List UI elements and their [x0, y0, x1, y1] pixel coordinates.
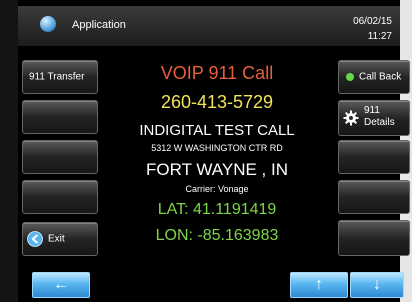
transfer-button-label: 911 Transfer	[29, 71, 85, 83]
details-button[interactable]: 911 Details	[338, 100, 410, 136]
callback-number: 260-413-5729	[160, 92, 274, 112]
gear-icon	[343, 110, 359, 126]
longitude: LON: -85.163983	[155, 227, 279, 244]
app-title: Application	[72, 19, 126, 31]
scroll-down-button[interactable]: ↓	[350, 272, 404, 298]
back-button[interactable]: ←	[32, 272, 90, 298]
carrier: Carrier: Vonage	[185, 184, 249, 194]
left-bezel	[0, 0, 18, 302]
time: 11:27	[367, 31, 392, 42]
date: 06/02/15	[353, 16, 392, 27]
left-arrow-icon: ←	[53, 276, 69, 293]
globe-icon	[40, 16, 56, 32]
call-back-label: Call Back	[359, 71, 402, 83]
details-label-line1: 911	[364, 105, 380, 116]
left-blank-button-3[interactable]	[22, 140, 98, 174]
down-arrow-icon: ↓	[373, 276, 381, 293]
right-blank-button-4[interactable]	[338, 180, 410, 214]
back-circle-icon	[27, 231, 43, 247]
left-blank-button-4[interactable]	[22, 180, 98, 214]
exit-button[interactable]: Exit	[22, 222, 98, 256]
title-bar: Application 06/02/15 11:27	[18, 6, 400, 46]
details-label-line2: Details	[364, 117, 395, 128]
latitude: LAT: 41.1191419	[157, 201, 277, 218]
call-back-button[interactable]: Call Back	[338, 60, 410, 94]
call-title: VOIP 911 Call	[160, 63, 274, 83]
scroll-up-button[interactable]: ↑	[290, 272, 348, 298]
date-time: 06/02/15 11:27	[353, 14, 392, 44]
caller-name: INDIGITAL TEST CALL	[139, 122, 295, 139]
right-blank-button-5[interactable]	[338, 220, 410, 256]
up-arrow-icon: ↑	[315, 276, 323, 293]
transfer-button[interactable]: 911 Transfer	[22, 60, 98, 94]
caller-city-state: FORT WAYNE , IN	[146, 160, 288, 179]
status-dot-icon	[346, 73, 354, 81]
exit-button-label: Exit	[48, 233, 65, 245]
right-blank-button-3[interactable]	[338, 140, 410, 174]
details-label: 911 Details	[364, 105, 395, 129]
caller-address: 5312 W WASHINGTON CTR RD	[151, 143, 283, 153]
left-blank-button-2[interactable]	[22, 100, 98, 134]
